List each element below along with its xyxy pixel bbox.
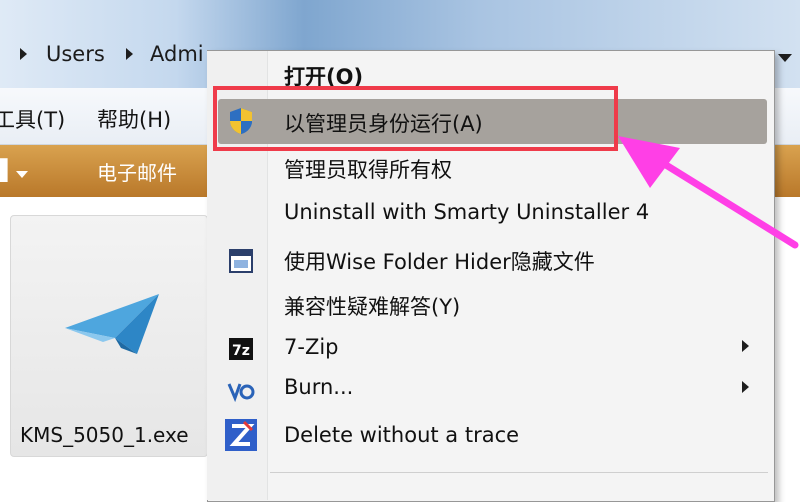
delete-without-trace-icon (225, 419, 257, 451)
menu-item-burn[interactable]: Burn... (284, 375, 353, 399)
menu-tools[interactable]: 工具(T) (0, 104, 65, 134)
menu-item-delete-without-trace[interactable]: Delete without a trace (284, 423, 519, 447)
breadcrumb-users[interactable]: Users (46, 42, 105, 66)
menu-help[interactable]: 帮助(H) (97, 104, 171, 134)
breadcrumb-arrow-icon[interactable] (126, 48, 133, 60)
burn-icon (227, 383, 255, 403)
svg-text:7z: 7z (232, 343, 250, 359)
dropdown-arrow-icon[interactable] (16, 171, 28, 178)
submenu-arrow-icon (742, 340, 749, 352)
breadcrumb-arrow-icon[interactable] (20, 48, 27, 60)
breadcrumb-admin[interactable]: Admi (150, 42, 204, 66)
menu-item-smarty-uninstaller[interactable]: Uninstall with Smarty Uninstaller 4 (284, 200, 649, 224)
wise-folder-hider-icon (229, 249, 253, 273)
menu-separator (270, 472, 768, 473)
paper-plane-icon[interactable] (55, 286, 175, 366)
highlight-box (213, 86, 618, 151)
menu-item-take-ownership[interactable]: 管理员取得所有权 (284, 154, 452, 184)
7zip-icon: 7z (229, 338, 253, 360)
email-button[interactable]: 电子邮件 (97, 157, 177, 186)
pointer-arrow-icon (618, 136, 799, 249)
menu-item-wise-folder-hider[interactable]: 使用Wise Folder Hider隐藏文件 (284, 246, 595, 276)
submenu-arrow-icon (742, 381, 749, 393)
menu-item-7zip[interactable]: 7-Zip (284, 335, 339, 359)
file-name-label[interactable]: KMS_5050_1.exe (20, 423, 189, 447)
menu-item-compatibility-troubleshoot[interactable]: 兼容性疑难解答(Y) (284, 291, 460, 321)
address-history-chevron-icon[interactable] (778, 54, 792, 62)
command-bar-dropdown[interactable]: ▌ (0, 158, 15, 182)
